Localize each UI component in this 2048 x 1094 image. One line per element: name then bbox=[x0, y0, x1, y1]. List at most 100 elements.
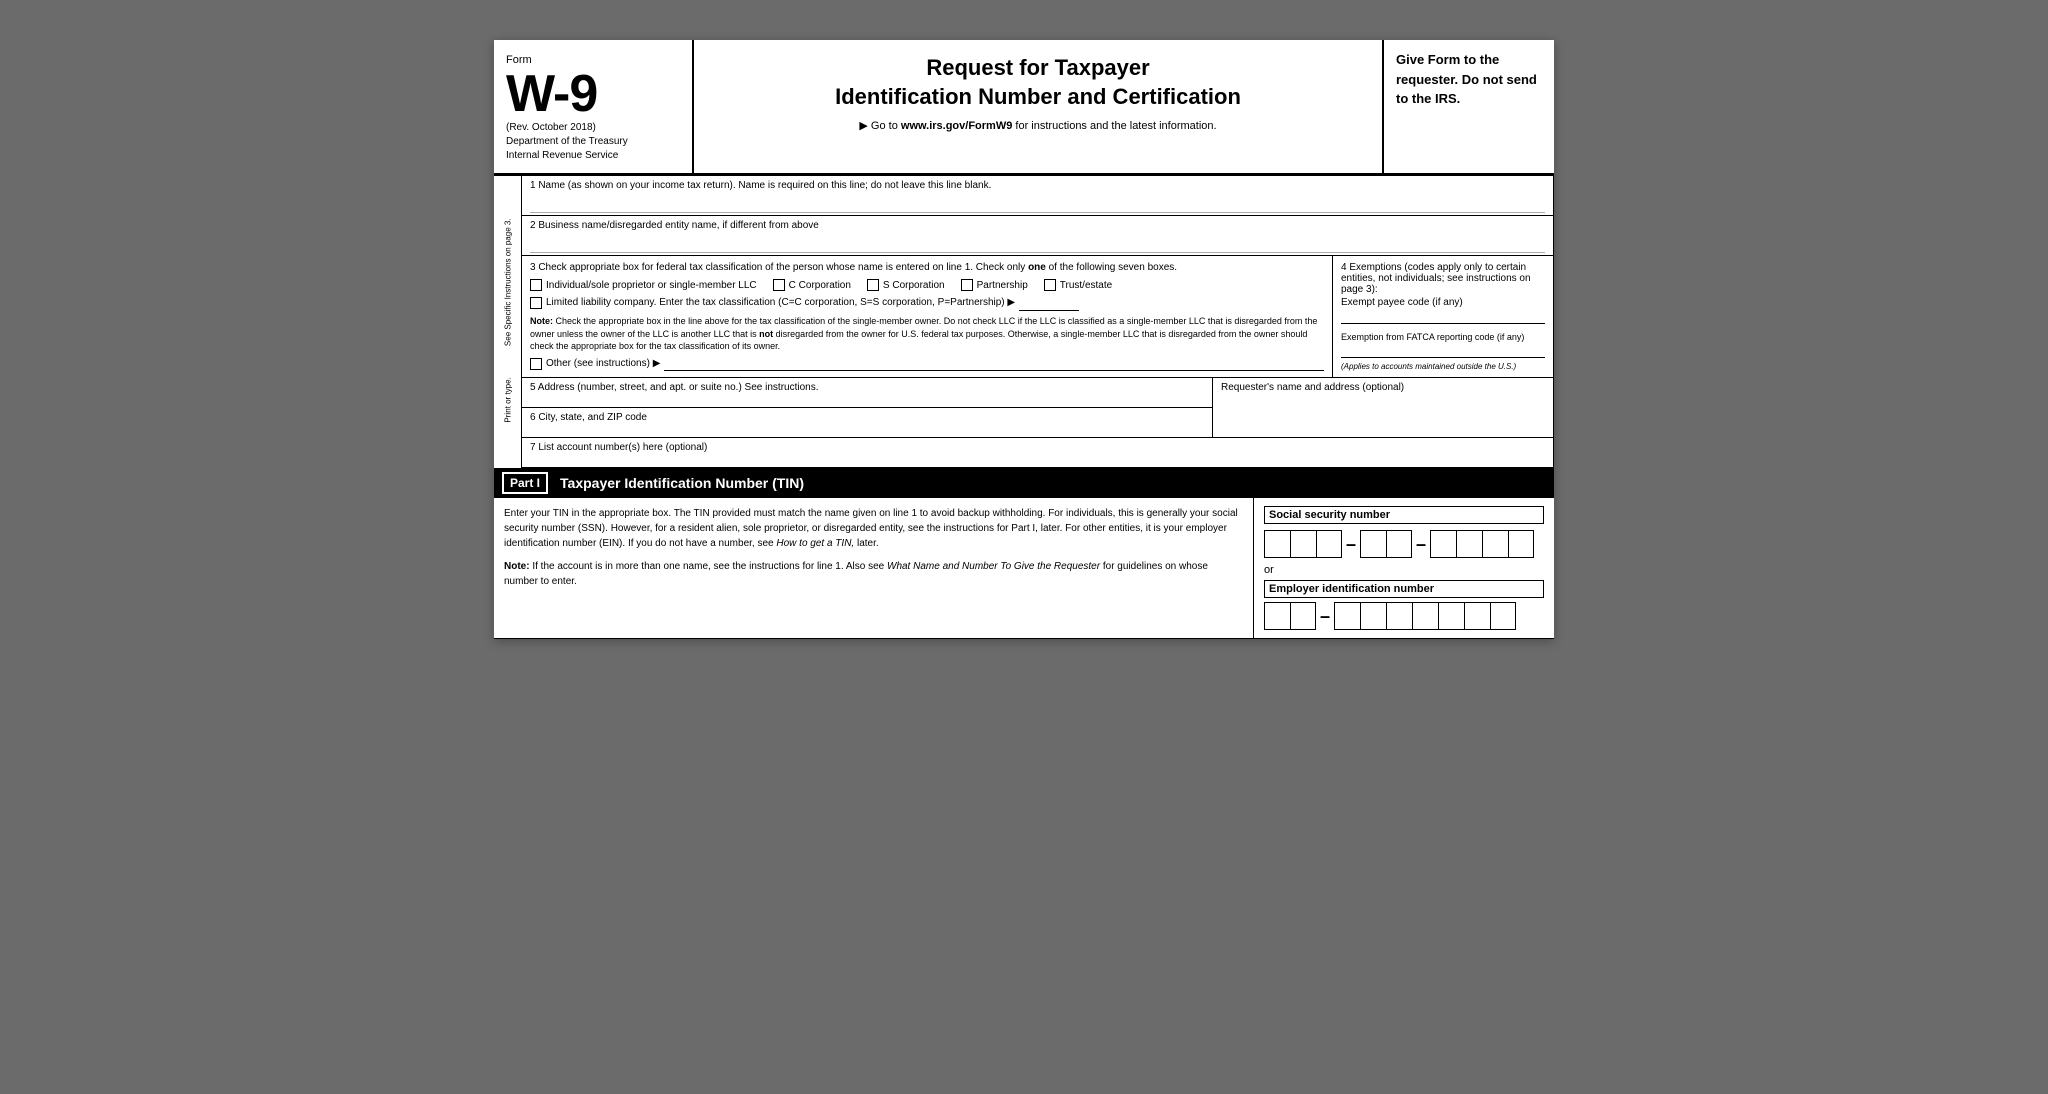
checkbox-individual[interactable]: Individual/sole proprietor or single-mem… bbox=[530, 279, 757, 291]
line2-row: 2 Business name/disregarded entity name,… bbox=[522, 216, 1553, 256]
line1-label: 1 Name (as shown on your income tax retu… bbox=[530, 180, 1545, 191]
ssn-dash-1: – bbox=[1346, 534, 1356, 555]
checkbox-c-corp-label: C Corporation bbox=[789, 280, 851, 291]
ssn-boxes: – – bbox=[1264, 530, 1544, 558]
exemptions-header: 4 Exemptions (codes apply only to certai… bbox=[1341, 262, 1545, 295]
ssn-label: Social security number bbox=[1264, 506, 1544, 524]
checkbox-partnership-label: Partnership bbox=[977, 280, 1028, 291]
line3-section: 3 Check appropriate box for federal tax … bbox=[522, 256, 1553, 378]
form-title: Request for Taxpayer Identification Numb… bbox=[714, 54, 1362, 111]
line5-row: 5 Address (number, street, and apt. or s… bbox=[522, 378, 1212, 408]
header-goto: ▶ Go to www.irs.gov/FormW9 for instructi… bbox=[714, 119, 1362, 132]
checkbox-c-corp-box[interactable] bbox=[773, 279, 785, 291]
checkbox-other-box[interactable] bbox=[530, 358, 542, 370]
applies-text: (Applies to accounts maintained outside … bbox=[1341, 362, 1545, 371]
line1-input[interactable] bbox=[530, 193, 1545, 213]
checkbox-row-1: Individual/sole proprietor or single-mem… bbox=[530, 279, 1324, 291]
part1-title: Taxpayer Identification Number (TIN) bbox=[560, 475, 804, 491]
ssn-box-1-1[interactable] bbox=[1264, 530, 1290, 558]
other-label: Other (see instructions) ▶ bbox=[546, 358, 660, 369]
checkbox-s-corp-label: S Corporation bbox=[883, 280, 945, 291]
ein-box-1-1[interactable] bbox=[1264, 602, 1290, 630]
part1-left-text: Enter your TIN in the appropriate box. T… bbox=[494, 498, 1254, 638]
ssn-box-1-3[interactable] bbox=[1316, 530, 1342, 558]
checkbox-s-corp[interactable]: S Corporation bbox=[867, 279, 945, 291]
ein-box-2-1[interactable] bbox=[1334, 602, 1360, 630]
ssn-group3 bbox=[1430, 530, 1534, 558]
checkbox-individual-box[interactable] bbox=[530, 279, 542, 291]
header-left: Form W-9 (Rev. October 2018) Department … bbox=[494, 40, 694, 173]
ein-group2 bbox=[1334, 602, 1516, 630]
classification-header: 3 Check appropriate box for federal tax … bbox=[530, 262, 1324, 273]
checkbox-s-corp-box[interactable] bbox=[867, 279, 879, 291]
llc-input[interactable] bbox=[1019, 297, 1079, 311]
ein-box-2-6[interactable] bbox=[1464, 602, 1490, 630]
ein-dash: – bbox=[1320, 606, 1330, 627]
part1-header: Part I Taxpayer Identification Number (T… bbox=[494, 468, 1554, 498]
line1-row: 1 Name (as shown on your income tax retu… bbox=[522, 176, 1553, 216]
ssn-group2 bbox=[1360, 530, 1412, 558]
line5-label: 5 Address (number, street, and apt. or s… bbox=[530, 382, 1204, 393]
line2-label: 2 Business name/disregarded entity name,… bbox=[530, 220, 1545, 231]
ssn-box-2-1[interactable] bbox=[1360, 530, 1386, 558]
ein-label: Employer identification number bbox=[1264, 580, 1544, 598]
ssn-box-2-2[interactable] bbox=[1386, 530, 1412, 558]
ssn-dash-2: – bbox=[1416, 534, 1426, 555]
exempt-payee-input[interactable] bbox=[1341, 310, 1545, 324]
checkbox-trust[interactable]: Trust/estate bbox=[1044, 279, 1112, 291]
ssn-box-3-1[interactable] bbox=[1430, 530, 1456, 558]
address-section: 5 Address (number, street, and apt. or s… bbox=[522, 378, 1553, 438]
ssn-box-3-2[interactable] bbox=[1456, 530, 1482, 558]
part1-right-tin: Social security number – – bbox=[1254, 498, 1554, 638]
ein-boxes: – bbox=[1264, 602, 1544, 630]
form-header: Form W-9 (Rev. October 2018) Department … bbox=[494, 40, 1554, 176]
line2-input[interactable] bbox=[530, 233, 1545, 253]
requesters-label: Requester's name and address (optional) bbox=[1221, 382, 1545, 393]
ein-box-2-7[interactable] bbox=[1490, 602, 1516, 630]
ssn-group1 bbox=[1264, 530, 1342, 558]
part1-body: Enter your TIN in the appropriate box. T… bbox=[494, 498, 1554, 639]
ein-box-1-2[interactable] bbox=[1290, 602, 1316, 630]
line7-label: 7 List account number(s) here (optional) bbox=[530, 442, 1545, 453]
other-input[interactable] bbox=[664, 357, 1324, 371]
or-text: or bbox=[1264, 564, 1544, 576]
ein-box-2-2[interactable] bbox=[1360, 602, 1386, 630]
exemptions-section: 4 Exemptions (codes apply only to certai… bbox=[1333, 256, 1553, 377]
ssn-box-1-2[interactable] bbox=[1290, 530, 1316, 558]
requesters-section: Requester's name and address (optional) bbox=[1213, 378, 1553, 437]
note-text: Note: Check the appropriate box in the l… bbox=[530, 315, 1324, 353]
address-left: 5 Address (number, street, and apt. or s… bbox=[522, 378, 1213, 437]
fatca-label: Exemption from FATCA reporting code (if … bbox=[1341, 332, 1545, 342]
checkbox-llc-box[interactable] bbox=[530, 297, 542, 309]
form-dept: Department of the Treasury Internal Reve… bbox=[506, 135, 680, 163]
fatca-input[interactable] bbox=[1341, 344, 1545, 358]
form-rev: (Rev. October 2018) bbox=[506, 122, 680, 133]
llc-row: Limited liability company. Enter the tax… bbox=[530, 297, 1324, 311]
exempt-payee-label: Exempt payee code (if any) bbox=[1341, 297, 1545, 308]
checkbox-c-corp[interactable]: C Corporation bbox=[773, 279, 851, 291]
ein-box-2-5[interactable] bbox=[1438, 602, 1464, 630]
w9-form: Form W-9 (Rev. October 2018) Department … bbox=[494, 40, 1554, 639]
ein-box-2-3[interactable] bbox=[1386, 602, 1412, 630]
checkbox-trust-box[interactable] bbox=[1044, 279, 1056, 291]
checkbox-trust-label: Trust/estate bbox=[1060, 280, 1112, 291]
part1-intro: Enter your TIN in the appropriate box. T… bbox=[504, 506, 1243, 551]
side-label: Print or type. See Specific Instructions… bbox=[494, 176, 522, 468]
checkbox-partnership-box[interactable] bbox=[961, 279, 973, 291]
part1-note-para: Note: If the account is in more than one… bbox=[504, 559, 1243, 589]
checkbox-individual-label: Individual/sole proprietor or single-mem… bbox=[546, 280, 757, 291]
ein-box-2-4[interactable] bbox=[1412, 602, 1438, 630]
line3-left: 3 Check appropriate box for federal tax … bbox=[522, 256, 1333, 377]
side-label-text: Print or type. See Specific Instructions… bbox=[503, 31, 512, 611]
llc-label: Limited liability company. Enter the tax… bbox=[546, 297, 1015, 308]
line7-row: 7 List account number(s) here (optional) bbox=[522, 438, 1553, 468]
ein-group1 bbox=[1264, 602, 1316, 630]
line6-row: 6 City, state, and ZIP code bbox=[522, 408, 1212, 437]
ssn-box-3-4[interactable] bbox=[1508, 530, 1534, 558]
checkbox-partnership[interactable]: Partnership bbox=[961, 279, 1028, 291]
other-row: Other (see instructions) ▶ bbox=[530, 357, 1324, 371]
header-right: Give Form to the requester. Do not send … bbox=[1384, 40, 1554, 173]
ssn-box-3-3[interactable] bbox=[1482, 530, 1508, 558]
form-fields: 1 Name (as shown on your income tax retu… bbox=[522, 176, 1554, 468]
form-number: W-9 bbox=[506, 68, 680, 120]
